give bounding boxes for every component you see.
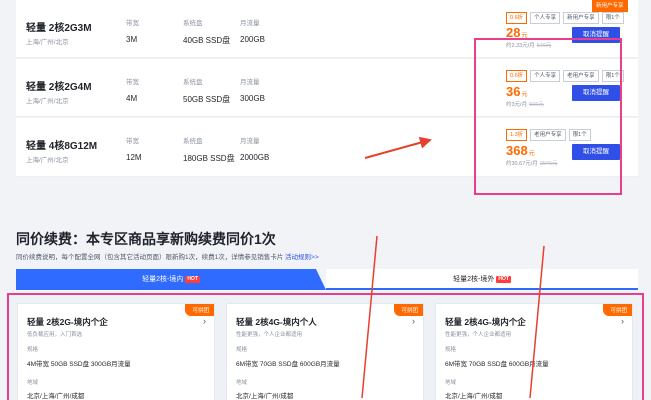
region-value: 北京/上海/广州/成都: [236, 393, 294, 400]
traffic-value: 2000GB: [240, 153, 270, 162]
traffic-value: 200GB: [240, 35, 265, 44]
chevron-right-icon[interactable]: ›: [412, 316, 415, 326]
hot-badge: HOT: [185, 276, 200, 283]
product-card[interactable]: 可拼团 轻量 2核4G-境内个人 › 性能更强，个人企业都适用 规格 6M带宽 …: [226, 303, 424, 400]
spec-value: 6M带宽 70GB SSD盘 600GB月流量: [445, 361, 549, 368]
bandwidth-value: 4M: [126, 94, 138, 103]
region-label: 地域: [27, 380, 39, 386]
tab-domestic[interactable]: 轻量2核-境内 HOT: [16, 269, 326, 290]
card-title: 轻量 2核4G-境内个人: [236, 317, 317, 327]
product-card[interactable]: 可拼团 轻量 2核2G-境内个企 › 低负载应用，入门首选 规格 4M带宽 50…: [17, 303, 215, 400]
annotation-highlight-box: [474, 38, 622, 195]
new-user-badge: 新用户专享: [592, 0, 628, 12]
spec-label: 规格: [236, 347, 248, 353]
discount-tag: 0.6折: [506, 12, 528, 24]
card-title: 轻量 2核2G-境内个企: [27, 317, 108, 327]
hot-badge: HOT: [496, 276, 511, 283]
product-name: 轻量 2核2G3M: [26, 23, 92, 34]
disk-label: 系统盘: [183, 79, 203, 86]
spec-label: 规格: [27, 347, 39, 353]
group-buy-badge: 可拼团: [394, 304, 423, 316]
region-label: 地域: [445, 380, 457, 386]
product-name: 轻量 4核8G12M: [26, 141, 98, 152]
disk-label: 系统盘: [183, 138, 203, 145]
traffic-label: 月流量: [240, 138, 260, 145]
bandwidth-value: 12M: [126, 153, 142, 162]
card-subtitle: 性能更强，个人企业都适用: [445, 332, 512, 338]
region-value: 北京/上海/广州/成都: [27, 393, 85, 400]
traffic-label: 月流量: [240, 20, 260, 27]
bandwidth-label: 带宽: [126, 138, 139, 145]
product-region: 上海/广州/北京: [26, 98, 69, 105]
bandwidth-label: 带宽: [126, 20, 139, 27]
tab-label: 轻量2核-境内: [142, 276, 184, 283]
tab-label: 轻量2核-境外: [453, 276, 495, 283]
chevron-right-icon[interactable]: ›: [621, 316, 624, 326]
product-region: 上海/广州/北京: [26, 39, 69, 46]
disk-label: 系统盘: [183, 20, 203, 27]
tag: 限1个: [601, 12, 624, 24]
traffic-label: 月流量: [240, 79, 260, 86]
tab-bar: 轻量2核-境内 HOT 轻量2核-境外 HOT: [16, 269, 638, 290]
disk-value: 180GB SSD盘: [183, 154, 235, 163]
card-subtitle: 性能更强，个人企业都适用: [236, 332, 303, 338]
group-buy-badge: 可拼团: [603, 304, 632, 316]
spec-value: 4M带宽 50GB SSD盘 300GB月流量: [27, 361, 131, 368]
bandwidth-value: 3M: [126, 35, 138, 44]
section-description: 同价续费说明，每个配置全网（包含其它活动页面）限新购1次，续费1次，详情参见销售…: [16, 251, 319, 261]
chevron-right-icon[interactable]: ›: [203, 316, 206, 326]
region-value: 北京/上海/广州/成都: [445, 393, 503, 400]
tag: 新用户专享: [563, 12, 599, 24]
bandwidth-label: 带宽: [126, 79, 139, 86]
spec-value: 6M带宽 70GB SSD盘 600GB月流量: [236, 361, 340, 368]
disk-value: 50GB SSD盘: [183, 95, 231, 104]
traffic-value: 300GB: [240, 94, 265, 103]
rules-link[interactable]: 活动规则>>: [285, 254, 319, 261]
description-text: 同价续费说明，每个配置全网（包含其它活动页面）限新购1次，续费1次，详情参见销售…: [16, 254, 284, 261]
product-name: 轻量 2核2G4M: [26, 82, 92, 93]
region-label: 地域: [236, 380, 248, 386]
tag: 个人专享: [530, 12, 561, 24]
group-buy-badge: 可拼团: [185, 304, 214, 316]
tab-overseas[interactable]: 轻量2核-境外 HOT: [326, 269, 638, 290]
card-subtitle: 低负载应用，入门首选: [27, 332, 83, 338]
card-title: 轻量 2核4G-境内个企: [445, 317, 526, 327]
tag-list: 0.6折 个人专享 新用户专享 限1个: [506, 12, 624, 24]
product-region: 上海/广州/北京: [26, 157, 69, 164]
card-highlight-box: 可拼团 轻量 2核2G-境内个企 › 低负载应用，入门首选 规格 4M带宽 50…: [7, 293, 644, 400]
section-title: 同价续费：本专区商品享新购续费同价1次: [16, 231, 276, 247]
product-card[interactable]: 可拼团 轻量 2核4G-境内个企 › 性能更强，个人企业都适用 规格 6M带宽 …: [435, 303, 633, 400]
spec-label: 规格: [445, 347, 457, 353]
disk-value: 40GB SSD盘: [183, 36, 231, 45]
